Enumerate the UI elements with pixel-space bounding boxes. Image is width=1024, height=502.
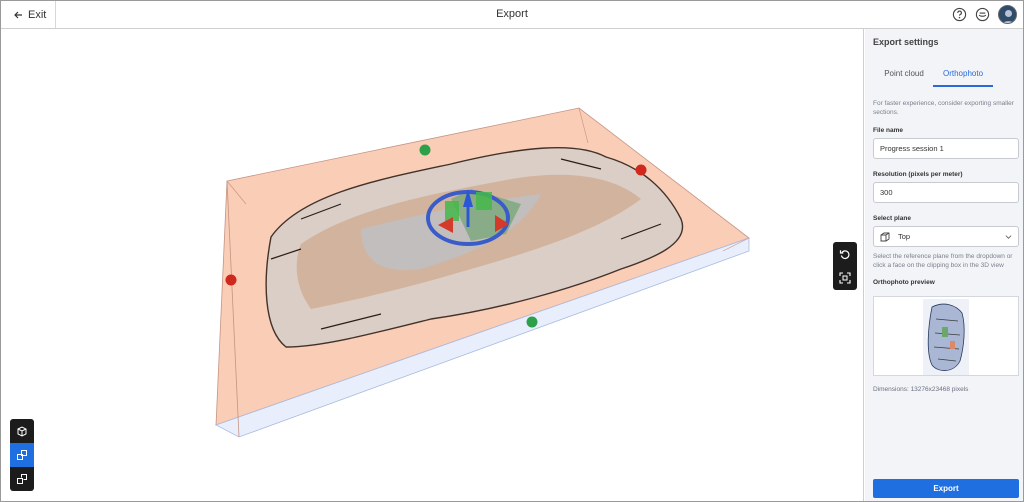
fit-view-icon xyxy=(839,272,851,284)
view-tools xyxy=(833,242,857,290)
tab-orthophoto[interactable]: Orthophoto xyxy=(933,67,993,87)
avatar[interactable] xyxy=(998,5,1017,24)
3d-viewport[interactable] xyxy=(1,29,864,501)
reset-view-button[interactable] xyxy=(833,242,857,266)
plane-select[interactable]: Top xyxy=(873,226,1019,247)
arrow-left-icon xyxy=(14,11,22,18)
tab-point-cloud[interactable]: Point cloud xyxy=(879,67,929,87)
handle-top-green[interactable] xyxy=(419,144,431,156)
page-title: Export xyxy=(496,8,528,20)
dimensions-text: Dimensions: 13276x23468 pixels xyxy=(873,386,969,393)
box-tool-button[interactable] xyxy=(10,419,34,443)
select-plane-label: Select plane xyxy=(873,215,911,222)
exit-label: Exit xyxy=(28,8,47,21)
export-button[interactable]: Export xyxy=(873,479,1019,498)
edit-tools xyxy=(10,419,34,491)
orthophoto-thumbnail xyxy=(923,299,969,375)
orthophoto-preview-label: Orthophoto preview xyxy=(873,279,935,286)
layers-tool-button[interactable] xyxy=(10,467,34,491)
file-name-input[interactable]: Progress session 1 xyxy=(873,138,1019,159)
transform-icon xyxy=(17,450,27,460)
export-tabs: Point cloud Orthophoto xyxy=(873,67,1019,87)
file-name-label: File name xyxy=(873,127,903,134)
chevron-down-icon xyxy=(1005,235,1012,239)
transform-tool-button[interactable] xyxy=(10,443,34,467)
performance-hint: For faster experience, consider exportin… xyxy=(873,100,1014,116)
plane-select-value: Top xyxy=(898,232,911,241)
handle-left-red[interactable] xyxy=(225,274,237,286)
orthophoto-preview xyxy=(873,296,1019,376)
reset-icon xyxy=(839,250,850,260)
panel-title: Export settings xyxy=(873,37,939,47)
resolution-label: Resolution (pixels per meter) xyxy=(873,171,963,178)
exit-button[interactable]: Exit xyxy=(1,1,56,28)
resolution-input[interactable]: 300 xyxy=(873,182,1019,203)
fit-view-button[interactable] xyxy=(833,266,857,290)
plane-help-text: Select the reference plane from the drop… xyxy=(873,253,1013,269)
chat-circle-icon[interactable] xyxy=(975,7,990,22)
handle-bottom-green[interactable] xyxy=(526,316,538,328)
export-app: Exit Export Export settings Point cloud … xyxy=(0,0,1024,502)
top-bar: Exit Export xyxy=(1,1,1023,29)
handle-right-red[interactable] xyxy=(635,164,647,176)
help-circle-icon[interactable] xyxy=(952,7,967,22)
user-photo-icon xyxy=(999,6,1016,23)
export-settings-panel: Export settings Point cloud Orthophoto F… xyxy=(865,29,1023,501)
layers-icon xyxy=(17,474,27,484)
plane-box-icon xyxy=(880,232,890,242)
header-actions xyxy=(952,5,1017,24)
point-cloud-scene[interactable] xyxy=(1,29,864,501)
box-icon xyxy=(17,426,27,437)
